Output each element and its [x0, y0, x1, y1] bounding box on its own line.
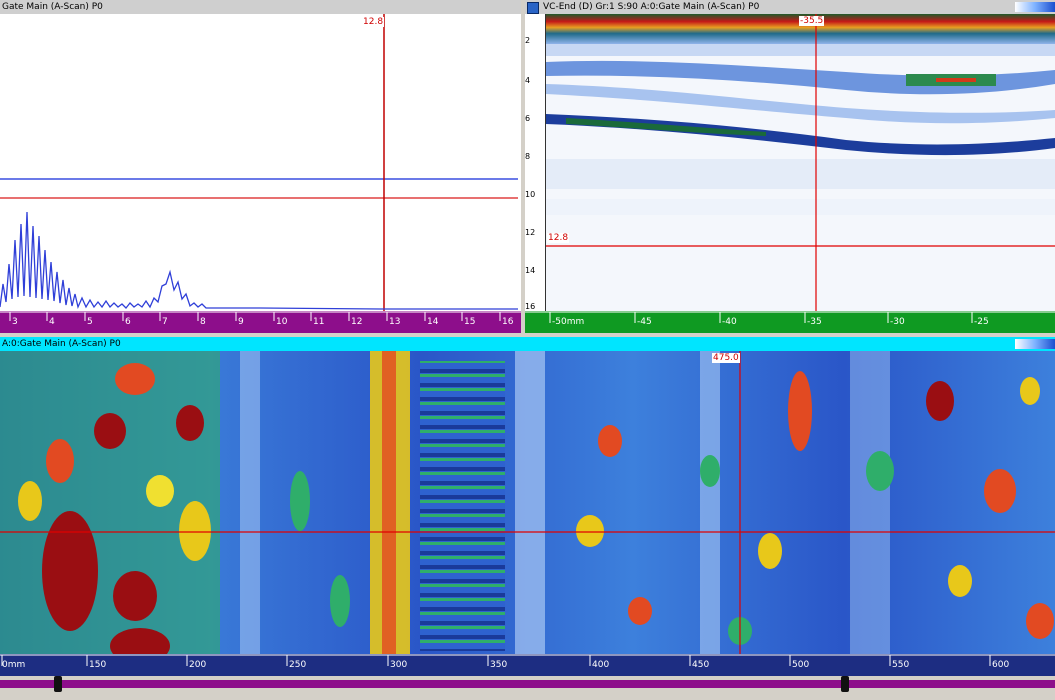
- cscan-tick: 300: [390, 660, 408, 670]
- cscan-tick: 200: [189, 660, 207, 670]
- bscan-panel[interactable]: VC-End (D) Gr:1 S:90 A:0:Gate Main (A-Sc…: [525, 0, 1055, 333]
- bscan-tick: -40: [722, 317, 737, 327]
- cscan-tick: 250: [289, 660, 307, 670]
- cscan-tick: 0mm: [2, 660, 26, 670]
- ascan-tick: 5: [87, 317, 93, 327]
- cscan-ruler: 0mm 150 200 250 300 350 400 450 500 550 …: [0, 654, 1055, 676]
- ascan-tick: 9: [238, 317, 244, 327]
- bscan-cursor-top-label: -35.5: [799, 16, 825, 26]
- bscan-cursor-side-label: 12.8: [547, 233, 570, 243]
- ascan-tick: 15: [464, 317, 476, 327]
- scan-range-scrollbar[interactable]: [0, 676, 1055, 700]
- cscan-cursor-label: 475.0: [712, 353, 740, 363]
- cscan-tick: 350: [490, 660, 508, 670]
- ascan-tick: 10: [276, 317, 288, 327]
- cscan-tick: 400: [592, 660, 610, 670]
- scroll-track[interactable]: [0, 680, 1055, 688]
- bscan-tick: -30: [890, 317, 905, 327]
- depth-scale: 2 4 6 8 10 12 14 16: [525, 14, 546, 311]
- cscan-panel[interactable]: A:0:Gate Main (A-Scan) P0 475.0 0mm 150 …: [0, 337, 1055, 676]
- cscan-image[interactable]: [0, 351, 1055, 654]
- ascan-tick: 14: [427, 317, 439, 327]
- ascan-title: Gate Main (A-Scan) P0: [0, 0, 521, 14]
- bscan-image[interactable]: [546, 14, 1055, 311]
- bscan-tick: -25: [974, 317, 989, 327]
- bscan-title-bar: VC-End (D) Gr:1 S:90 A:0:Gate Main (A-Sc…: [525, 0, 1055, 14]
- ascan-tick: 7: [162, 317, 168, 327]
- depth-tick: 4: [525, 76, 531, 85]
- palette-icon: [1015, 2, 1055, 12]
- ascan-tick: 13: [389, 317, 401, 327]
- ascan-ruler: 3 4 5 6 7 8 9 10 11 12 13 14 15 16: [0, 311, 521, 333]
- bscan-tick: -50mm: [552, 317, 585, 327]
- ascan-tick: 3: [12, 317, 18, 327]
- depth-tick: 2: [525, 36, 531, 45]
- bscan-ruler: -50mm -45 -40 -35 -30 -25: [525, 311, 1055, 333]
- depth-tick: 10: [525, 190, 536, 199]
- ascan-plot[interactable]: [0, 14, 521, 311]
- cscan-title-bar: A:0:Gate Main (A-Scan) P0: [0, 337, 1055, 351]
- ascan-tick: 8: [200, 317, 206, 327]
- bscan-title: VC-End (D) Gr:1 S:90 A:0:Gate Main (A-Sc…: [543, 2, 760, 12]
- ascan-panel[interactable]: Gate Main (A-Scan) P0 12.8 3 4 5 6 7 8 9…: [0, 0, 521, 333]
- ascan-tick: 12: [351, 317, 363, 327]
- depth-tick: 12: [525, 228, 536, 237]
- ascan-cursor-label: 12.8: [362, 17, 385, 27]
- depth-tick: 16: [525, 302, 536, 311]
- cscan-tick: 150: [89, 660, 107, 670]
- range-end-handle[interactable]: [841, 676, 849, 692]
- depth-tick: 14: [525, 266, 536, 275]
- ascan-tick: 6: [125, 317, 131, 327]
- palette-icon: [1015, 339, 1055, 349]
- cscan-tick: 600: [992, 660, 1010, 670]
- ascan-tick: 16: [502, 317, 514, 327]
- bscan-tick: -45: [637, 317, 652, 327]
- depth-tick: 8: [525, 152, 531, 161]
- cscan-tick: 550: [892, 660, 910, 670]
- depth-tick: 6: [525, 114, 531, 123]
- ascan-tick: 11: [313, 317, 325, 327]
- range-start-handle[interactable]: [54, 676, 62, 692]
- view-icon[interactable]: [527, 2, 539, 14]
- ascan-tick: 4: [49, 317, 55, 327]
- cscan-tick: 450: [692, 660, 710, 670]
- cscan-tick: 500: [792, 660, 810, 670]
- cscan-title: A:0:Gate Main (A-Scan) P0: [2, 339, 121, 349]
- bscan-tick: -35: [807, 317, 822, 327]
